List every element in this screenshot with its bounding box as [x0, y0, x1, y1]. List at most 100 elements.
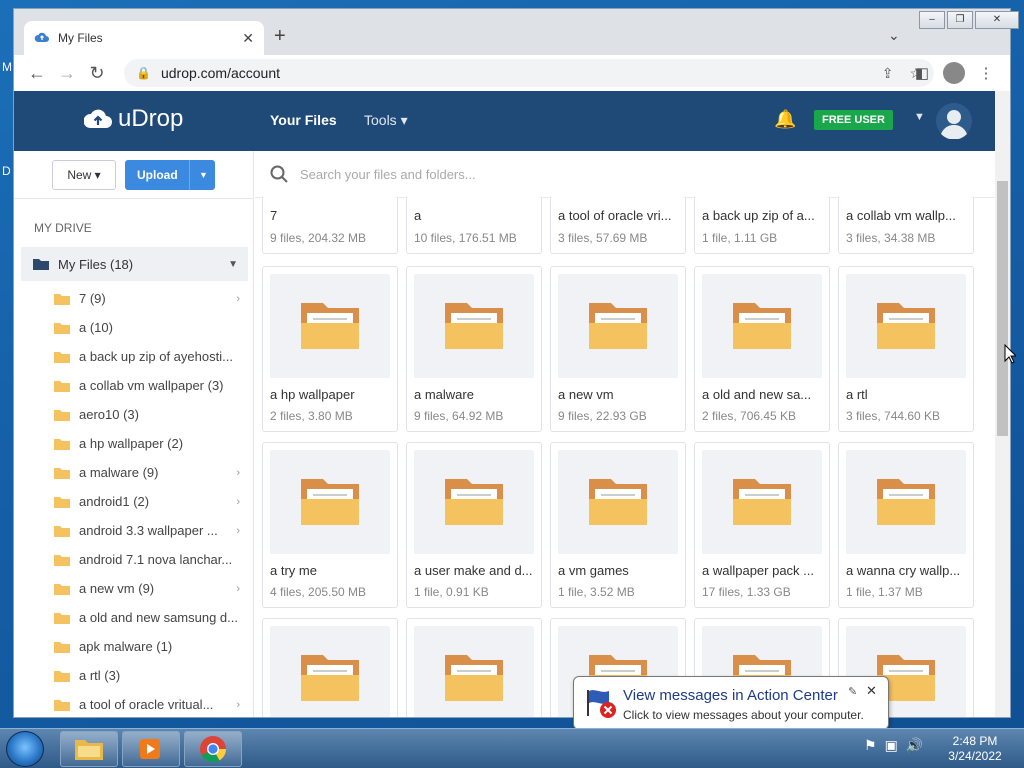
new-tab-button[interactable]: + — [274, 25, 286, 48]
explorer-taskbar-button[interactable] — [60, 731, 118, 767]
folder-card[interactable]: a 10 files, 176.51 MB — [406, 196, 542, 254]
close-icon[interactable]: ✕ — [866, 683, 877, 699]
sidebar-folder-item[interactable]: a new vm (9) › — [14, 574, 254, 603]
folder-card[interactable]: a rtl 3 files, 744.60 KB — [838, 266, 974, 432]
folder-card[interactable] — [406, 618, 542, 717]
folder-card[interactable]: a wanna cry wallp... 1 file, 1.37 MB — [838, 442, 974, 608]
chevron-right-icon[interactable]: › — [236, 699, 240, 711]
sidebar-folder-item[interactable]: a collab vm wallpaper (3) — [14, 371, 254, 400]
folder-name: a vm games — [558, 563, 629, 578]
menu-kebab-icon[interactable]: ⋮ — [970, 59, 1002, 87]
folder-card[interactable]: a new vm 9 files, 22.93 GB — [550, 266, 686, 432]
search-input[interactable]: Search your files and folders... — [300, 167, 476, 182]
folder-thumbnail — [270, 450, 390, 554]
new-button[interactable]: New ▾ — [52, 160, 116, 190]
folder-thumbnail — [702, 450, 822, 554]
volume-icon[interactable]: 🔊 — [906, 737, 923, 754]
upload-dropdown-icon[interactable]: ▼ — [189, 160, 208, 190]
sidebar-folder-item[interactable]: a tool of oracle vritual... › — [14, 690, 254, 717]
folder-card[interactable]: a wallpaper pack ... 17 files, 1.33 GB — [694, 442, 830, 608]
folder-card[interactable]: a back up zip of a... 1 file, 1.11 GB — [694, 196, 830, 254]
sidebar-folder-item[interactable]: a malware (9) › — [14, 458, 254, 487]
reload-icon[interactable]: ↻ — [82, 58, 112, 88]
action-center-notification[interactable]: View messages in Action Center Click to … — [573, 676, 889, 743]
folder-card[interactable]: a user make and d... 1 file, 0.91 KB — [406, 442, 542, 608]
sidebar-item-my-files[interactable]: My Files (18) ▼ — [21, 247, 248, 281]
user-avatar-icon[interactable] — [936, 103, 972, 139]
sidebar-folder-label: android 3.3 wallpaper ... — [79, 523, 218, 538]
chevron-right-icon[interactable]: › — [236, 496, 240, 508]
folder-name: a wallpaper pack ... — [702, 563, 815, 578]
close-window-button[interactable]: ✕ — [975, 11, 1019, 29]
folder-card[interactable]: a malware 9 files, 64.92 MB — [406, 266, 542, 432]
sidebar-folder-item[interactable]: android 7.1 nova lanchar... — [14, 545, 254, 574]
folder-card[interactable]: a try me 4 files, 205.50 MB — [262, 442, 398, 608]
sidebar-folder-item[interactable]: a hp wallpaper (2) — [14, 429, 254, 458]
folder-thumbnail — [414, 626, 534, 717]
sidebar-folder-item[interactable]: android1 (2) › — [14, 487, 254, 516]
profile-button[interactable] — [938, 59, 970, 87]
sidebar-item-label: My Files (18) — [58, 256, 134, 272]
sidebar: New ▾ Upload ▼ MY DRIVE My Files (18) ▼ … — [14, 151, 254, 717]
address-bar[interactable]: 🔒 udrop.com/account ⇪ ☆ — [124, 59, 934, 87]
plan-badge[interactable]: FREE USER — [814, 110, 893, 130]
pin-icon[interactable]: ✎ — [848, 685, 857, 698]
chevron-right-icon[interactable]: › — [236, 293, 240, 305]
media-player-taskbar-button[interactable] — [122, 731, 180, 767]
tab-search-chevron-icon[interactable]: ⌄ — [888, 27, 900, 44]
sidebar-folder-item[interactable]: apk malware (1) — [14, 632, 254, 661]
url-text[interactable]: udrop.com/account — [161, 65, 866, 81]
restore-button[interactable]: ❐ — [947, 11, 973, 29]
folder-icon — [54, 612, 70, 624]
tab-close-icon[interactable]: ✕ — [242, 30, 254, 47]
desktop-icon-label: D — [2, 164, 11, 178]
chrome-taskbar-button[interactable] — [184, 731, 242, 767]
network-icon[interactable]: ▣ — [885, 737, 898, 754]
folder-name: a wanna cry wallp... — [846, 563, 961, 578]
nav-your-files[interactable]: Your Files — [270, 112, 337, 128]
sidebar-folder-item[interactable]: aero10 (3) — [14, 400, 254, 429]
upload-button[interactable]: Upload ▼ — [125, 160, 215, 190]
scrollbar-thumb[interactable] — [997, 181, 1008, 436]
folder-card[interactable]: a vm games 1 file, 3.52 MB — [550, 442, 686, 608]
sidebar-folder-item[interactable]: android 3.3 wallpaper ... › — [14, 516, 254, 545]
folder-card[interactable]: a old and new sa... 2 files, 706.45 KB — [694, 266, 830, 432]
chevron-right-icon[interactable]: › — [236, 525, 240, 537]
folder-card[interactable]: a tool of oracle vri... 3 files, 57.69 MB — [550, 196, 686, 254]
chevron-down-icon[interactable]: ▼ — [228, 259, 238, 270]
folder-card[interactable]: 7 9 files, 204.32 MB — [262, 196, 398, 254]
file-browser: Search your files and folders... 7 9 file… — [255, 151, 995, 717]
folder-thumbnail — [558, 274, 678, 378]
sidebar-folder-item[interactable]: a old and new samsung d... — [14, 603, 254, 632]
lock-icon[interactable]: 🔒 — [136, 66, 151, 80]
action-center-tray-icon[interactable]: ⚑ — [864, 737, 877, 754]
tab-my-files[interactable]: My Files ✕ — [24, 21, 264, 55]
sidebar-folder-label: a malware (9) — [79, 465, 159, 480]
folder-card[interactable]: a hp wallpaper 2 files, 3.80 MB — [262, 266, 398, 432]
back-icon[interactable]: ← — [22, 58, 52, 88]
page-scrollbar[interactable] — [995, 91, 1010, 717]
start-button[interactable] — [6, 731, 44, 767]
chevron-right-icon[interactable]: › — [236, 583, 240, 595]
udrop-logo[interactable]: uDrop — [84, 105, 183, 133]
chevron-right-icon[interactable]: › — [236, 467, 240, 479]
notifications-bell-icon[interactable]: 🔔 — [774, 109, 796, 130]
folder-card[interactable]: a collab vm wallp... 3 files, 34.38 MB — [838, 196, 974, 254]
share-icon[interactable]: ⇪ — [882, 65, 894, 82]
notification-title[interactable]: View messages in Action Center — [623, 687, 838, 704]
folder-card[interactable] — [262, 618, 398, 717]
search-bar[interactable]: Search your files and folders... — [255, 151, 995, 198]
sidebar-folder-item[interactable]: a back up zip of ayehosti... — [14, 342, 254, 371]
nav-tools-menu[interactable]: Tools ▾ — [364, 112, 408, 129]
forward-icon[interactable]: → — [52, 58, 82, 88]
account-dropdown-icon[interactable]: ▼ — [914, 111, 925, 123]
clock[interactable]: 2:48 PM 3/24/2022 — [940, 734, 1010, 764]
sidebar-folder-item[interactable]: a (10) — [14, 313, 254, 342]
sidebar-folder-item[interactable]: a rtl (3) — [14, 661, 254, 690]
side-panel-icon[interactable]: ◧ — [906, 59, 938, 87]
folder-meta: 3 files, 744.60 KB — [846, 409, 941, 423]
sidebar-folder-label: a rtl (3) — [79, 668, 121, 683]
folder-meta: 17 files, 1.33 GB — [702, 585, 791, 599]
sidebar-folder-item[interactable]: 7 (9) › — [14, 284, 254, 313]
minimize-button[interactable]: – — [919, 11, 945, 29]
